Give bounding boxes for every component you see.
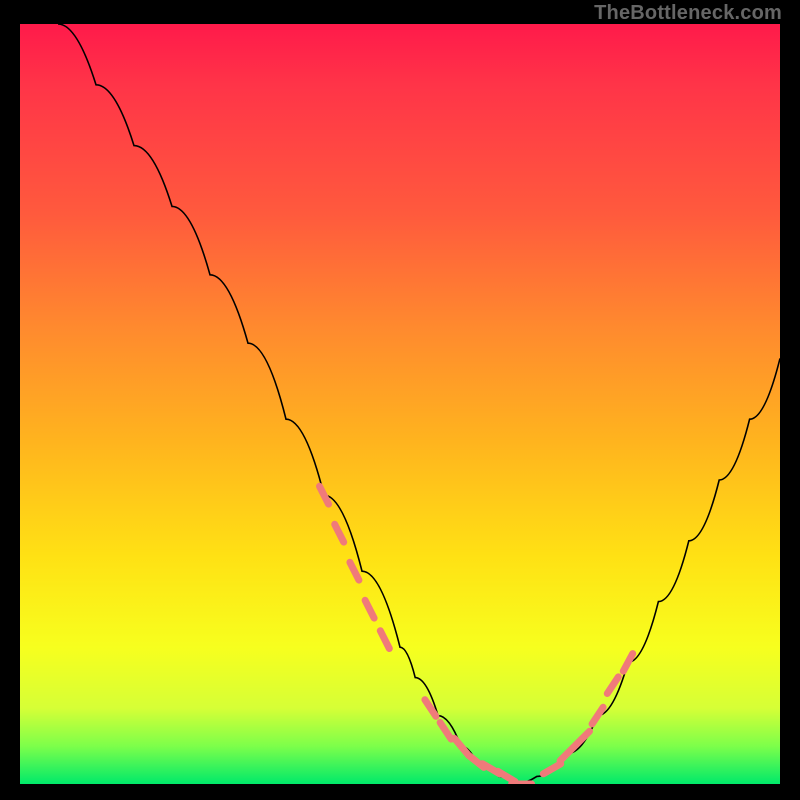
plot-area	[20, 24, 780, 784]
dash-mark	[560, 747, 574, 761]
dash-mark	[498, 771, 515, 781]
dash-mark	[365, 600, 374, 618]
chart-stage: TheBottleneck.com	[0, 0, 800, 800]
dash-mark	[454, 738, 467, 753]
dash-mark	[350, 562, 359, 580]
curve-layer	[20, 24, 780, 784]
curve-path	[58, 24, 780, 784]
dash-mark	[380, 631, 389, 649]
bottleneck-curve	[58, 24, 780, 784]
dash-mark	[623, 654, 632, 672]
dash-mark	[543, 764, 560, 774]
dash-mark	[440, 723, 451, 740]
dash-mark	[320, 486, 329, 504]
watermark-text: TheBottleneck.com	[594, 2, 782, 25]
dash-mark	[607, 677, 618, 694]
dash-mark	[592, 707, 603, 724]
near-minimum-dashes	[320, 486, 633, 784]
dash-mark	[335, 524, 344, 542]
